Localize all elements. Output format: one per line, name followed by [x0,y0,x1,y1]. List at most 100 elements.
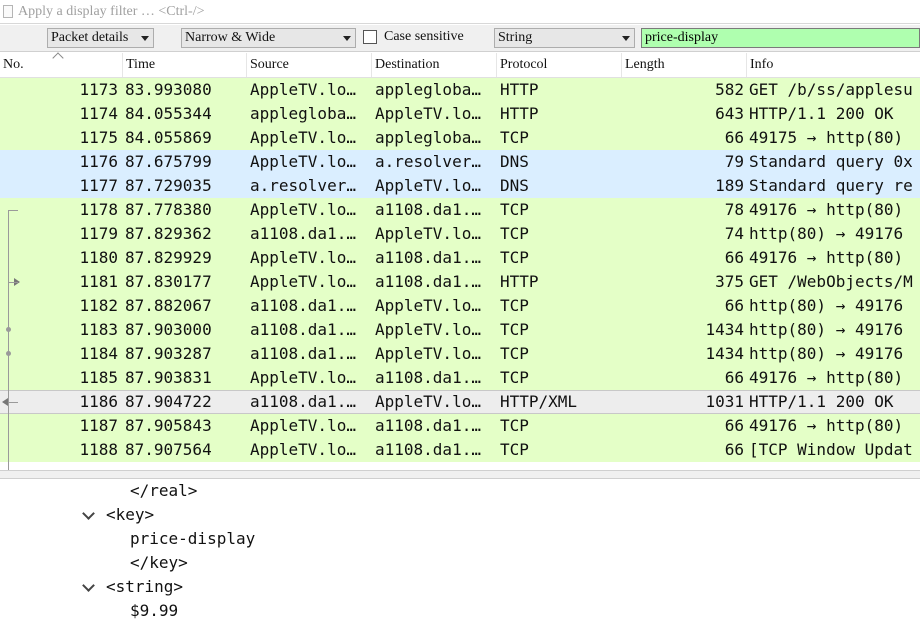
packet-row[interactable]: 1185 87.903831 AppleTV.lo… a1108.da1.… TCP 66… [0,366,920,390]
column-header-info[interactable]: Info [747,53,920,77]
detail-tree-item[interactable]: </key> [130,551,188,575]
column-label: Protocol [500,57,548,72]
cell-no: 1187 [79,416,118,435]
column-header-length[interactable]: Length [622,53,747,77]
cell-length: 66 [724,416,744,435]
chevron-down-icon [622,36,630,41]
case-sensitive-checkbox[interactable] [363,30,377,44]
cell-no: 1181 [79,272,118,291]
cell-info: http(80) → 49176 [749,320,904,339]
packet-row[interactable]: 1177 87.729035 a.resolver… AppleTV.lo… DNS 18… [0,174,920,198]
packet-row[interactable]: 1187 87.905843 AppleTV.lo… a1108.da1.… TCP 66… [0,414,920,438]
cell-no: 1178 [79,200,118,219]
cell-protocol: HTTP [500,104,539,123]
cell-no: 1183 [79,320,118,339]
cell-source: a1108.da1.… [250,296,356,315]
cell-length: 78 [724,200,744,219]
cell-destination: a1108.da1.… [375,200,481,219]
pane-splitter[interactable] [0,470,920,479]
search-type-value: String [498,30,533,45]
packet-row[interactable]: 1188 87.907564 AppleTV.lo… a1108.da1.… TCP 66… [0,438,920,462]
packet-details-pane[interactable]: </real> <key> price-display </key> <string> $… [0,479,920,632]
cell-no: 1188 [79,440,118,459]
cell-length: 1434 [705,344,744,363]
packet-row[interactable]: 1180 87.829929 AppleTV.lo… a1108.da1.… TCP 66… [0,246,920,270]
charset-select[interactable]: Narrow & Wide [181,28,356,48]
detail-tree-item[interactable]: price-display [130,527,255,551]
column-label: Info [750,57,774,72]
packet-row[interactable]: 1173 83.993080 AppleTV.lo… appleglobа… HTTP 5… [0,78,920,102]
detail-tree-item[interactable]: <key> [106,503,154,527]
column-label: Time [126,57,156,72]
cell-no: 1174 [79,104,118,123]
cell-protocol: TCP [500,248,529,267]
cell-destination: AppleTV.lo… [375,296,481,315]
cell-no: 1185 [79,368,118,387]
packet-row[interactable]: 1182 87.882067 a1108.da1.… AppleTV.lo… TCP 66… [0,294,920,318]
related-packet-dot-icon [6,351,11,356]
cell-no: 1173 [79,80,118,99]
column-label: No. [3,57,24,72]
cell-info: 49175 → http(80) [749,128,904,147]
cell-source: AppleTV.lo… [250,128,356,147]
cell-destination: a1108.da1.… [375,440,481,459]
packet-row[interactable]: 1183 87.903000 a1108.da1.… AppleTV.lo… TCP 14… [0,318,920,342]
cell-length: 79 [724,152,744,171]
cell-source: a.resolver… [250,176,356,195]
cell-source: AppleTV.lo… [250,440,356,459]
packet-row[interactable]: 1178 87.778380 AppleTV.lo… a1108.da1.… TCP 78… [0,198,920,222]
search-type-select[interactable]: String [494,28,635,48]
cell-info: HTTP/1.1 200 OK [749,392,894,411]
packet-row[interactable]: 1175 84.055869 AppleTV.lo… appleglobа… TCP 66… [0,126,920,150]
column-header-time[interactable]: Time [123,53,247,77]
bookmark-filter-icon[interactable] [3,5,13,18]
packet-row[interactable]: 1186 87.904722 a1108.da1.… AppleTV.lo… HTTP/… [0,390,920,414]
column-header-source[interactable]: Source [247,53,372,77]
cell-no: 1175 [79,128,118,147]
packet-row[interactable]: 1181 87.830177 AppleTV.lo… a1108.da1.… HTTP 3… [0,270,920,294]
packet-row[interactable]: 1174 84.055344 appleglobа… AppleTV.lo… HTTP 6… [0,102,920,126]
cell-length: 582 [715,80,744,99]
cell-time: 84.055344 [125,104,212,123]
packet-list[interactable]: 1173 83.993080 AppleTV.lo… appleglobа… HTTP 5… [0,78,920,470]
cell-no: 1179 [79,224,118,243]
cell-info: 49176 → http(80) [749,200,904,219]
expand-chevron-icon[interactable] [82,579,95,592]
column-label: Destination [375,57,440,72]
find-search-input[interactable]: price-display [641,28,920,48]
column-header-protocol[interactable]: Protocol [497,53,622,77]
cell-no: 1182 [79,296,118,315]
packet-row[interactable]: 1184 87.903287 a1108.da1.… AppleTV.lo… TCP 14… [0,342,920,366]
detail-tree-item[interactable]: <string> [106,575,183,599]
column-header-destination[interactable]: Destination [372,53,497,77]
search-scope-select[interactable]: Packet details [47,28,154,48]
packet-row[interactable]: 1179 87.829362 a1108.da1.… AppleTV.lo… TCP 74… [0,222,920,246]
cell-info: GET /b/ss/applesu [749,80,913,99]
cell-time: 84.055869 [125,128,212,147]
cell-info: 49176 → http(80) [749,248,904,267]
cell-time: 87.903831 [125,368,212,387]
chevron-down-icon [141,36,149,41]
packet-row[interactable]: 1176 87.675799 AppleTV.lo… a.resolver… DNS 79… [0,150,920,174]
cell-time: 87.904722 [125,392,212,411]
cell-length: 1031 [705,392,744,411]
expand-chevron-icon[interactable] [82,507,95,520]
cell-no: 1177 [79,176,118,195]
cell-time: 87.729035 [125,176,212,195]
charset-value: Narrow & Wide [185,30,276,45]
cell-length: 74 [724,224,744,243]
cell-length: 189 [715,176,744,195]
detail-tree-item[interactable]: </real> [130,479,197,503]
cell-destination: AppleTV.lo… [375,320,481,339]
chevron-down-icon [343,36,351,41]
cell-length: 66 [724,368,744,387]
cell-destination: appleglobа… [375,80,481,99]
cell-time: 83.993080 [125,80,212,99]
packet-list-header: No. Time Source Destination Protocol Len… [0,53,920,78]
display-filter-input[interactable] [18,3,918,21]
request-marker [8,282,18,283]
cell-destination: AppleTV.lo… [375,104,481,123]
detail-tree-item[interactable]: $9.99 [130,599,178,623]
cell-info: Standard query re [749,176,913,195]
cell-source: a1108.da1.… [250,344,356,363]
